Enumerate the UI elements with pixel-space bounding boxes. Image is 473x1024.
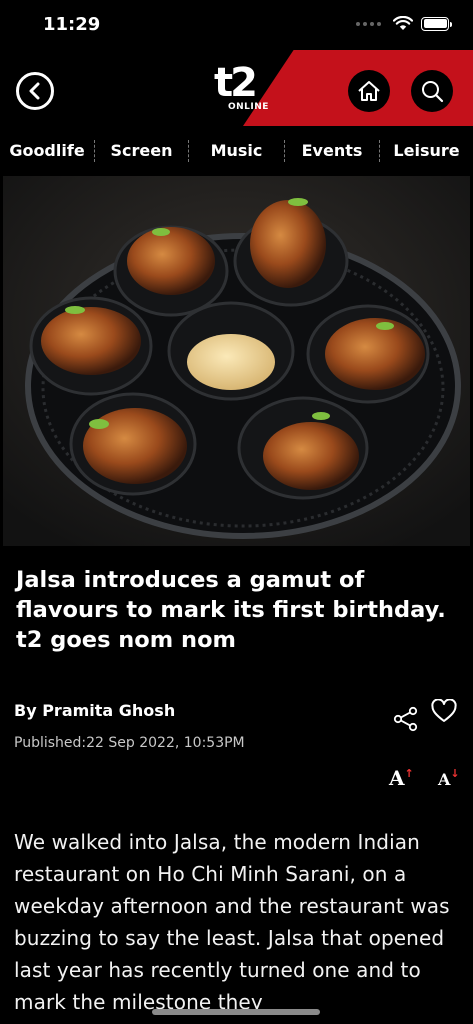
back-button[interactable]: [16, 72, 54, 110]
food-platter-illustration: [3, 176, 470, 546]
wifi-icon: [393, 16, 413, 30]
tab-screen[interactable]: Screen: [95, 140, 188, 162]
decrease-font-label: A: [438, 770, 451, 789]
search-icon: [422, 81, 444, 103]
t2-online-logo[interactable]: t2 ONLINE: [212, 60, 269, 118]
status-time: 11:29: [43, 14, 101, 35]
category-nav: Goodlife Screen Music Events Leisure: [0, 126, 473, 176]
status-bar: 11:29: [0, 0, 473, 50]
arrow-up-icon: ↑: [404, 767, 414, 780]
cellular-signal-icon: [356, 21, 381, 26]
tab-goodlife[interactable]: Goodlife: [0, 140, 94, 162]
heart-icon[interactable]: [431, 699, 457, 723]
back-chevron-icon: [29, 82, 40, 100]
article-published-date: Published:22 Sep 2022, 10:53PM: [14, 735, 245, 751]
status-icons: [356, 16, 452, 31]
home-icon: [358, 81, 380, 101]
article-body-text: We walked into Jalsa, the modern Indian …: [14, 830, 450, 1014]
increase-font-label: A: [389, 766, 405, 790]
search-button[interactable]: [411, 70, 453, 112]
arrow-down-icon: ↓: [450, 767, 460, 780]
tab-leisure[interactable]: Leisure: [380, 140, 473, 162]
decrease-font-button[interactable]: A↓: [438, 767, 460, 789]
article-byline: By Pramita Ghosh: [14, 701, 176, 720]
increase-font-button[interactable]: A↑: [389, 766, 414, 790]
home-indicator[interactable]: [152, 1009, 320, 1015]
share-icon[interactable]: [393, 706, 419, 732]
logo-main-text: t2: [214, 60, 258, 106]
article-headline: Jalsa introduces a gamut of flavours to …: [16, 567, 446, 653]
battery-icon: [421, 16, 452, 31]
tab-music[interactable]: Music: [189, 140, 284, 162]
logo-sub-text: ONLINE: [228, 102, 269, 112]
home-button[interactable]: [348, 70, 390, 112]
article-hero-image: [3, 176, 470, 546]
app-header: t2 ONLINE: [0, 50, 473, 126]
tab-events[interactable]: Events: [285, 140, 379, 162]
